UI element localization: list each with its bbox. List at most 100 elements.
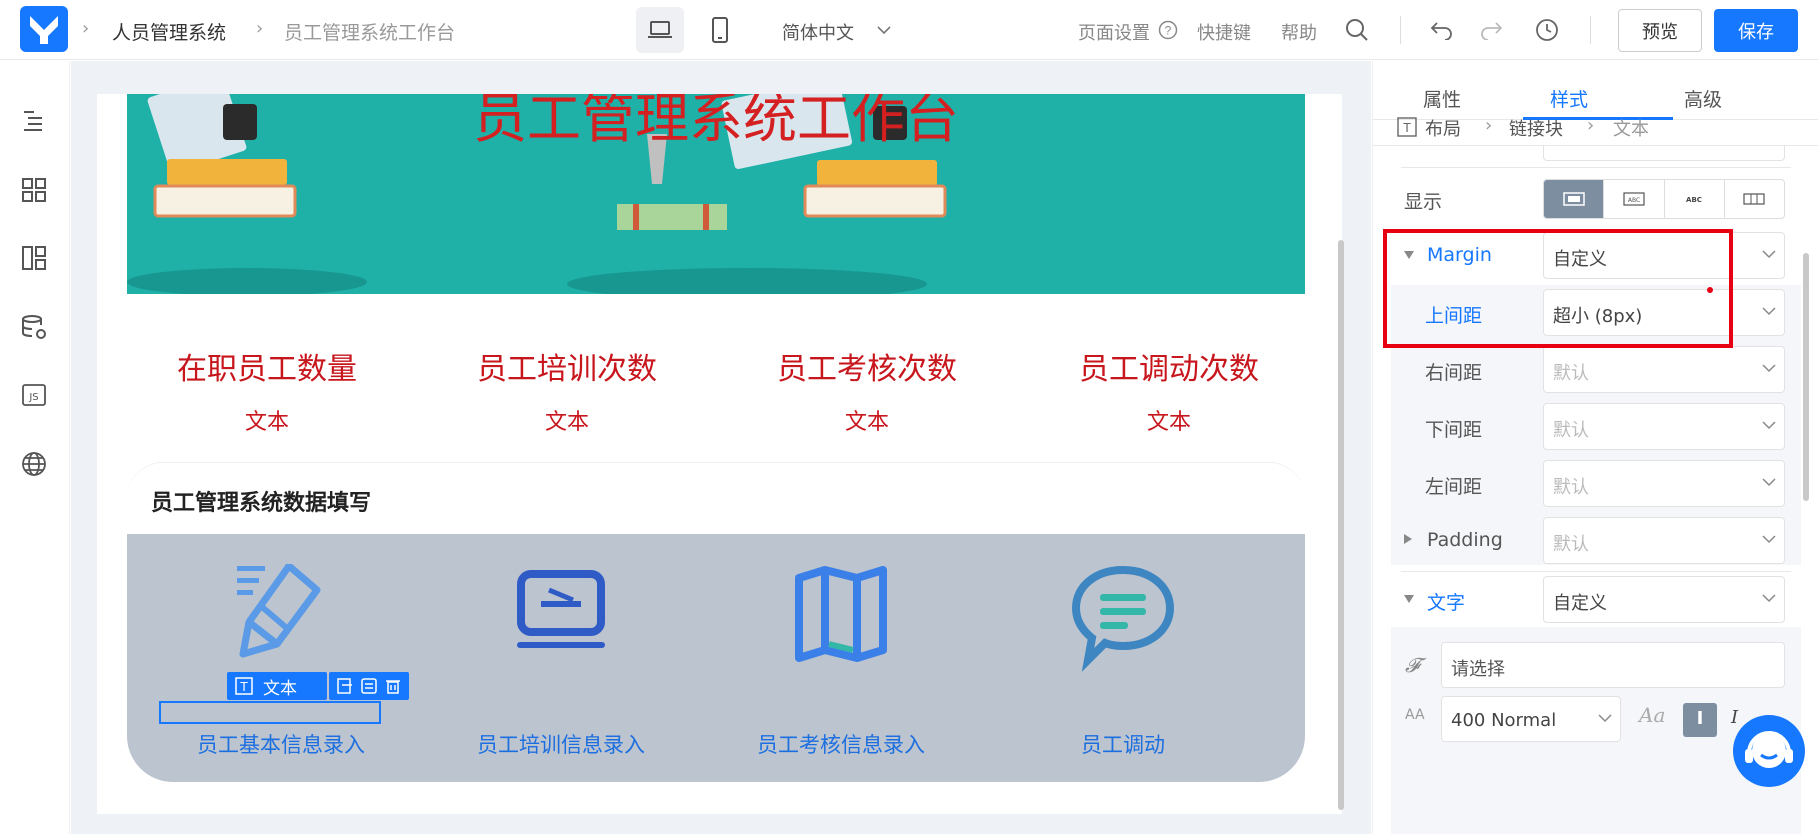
stat-value: 文本 [544, 410, 589, 435]
data-source-icon[interactable] [20, 313, 48, 341]
stat-transfer-count[interactable]: 员工调动次数 文本 [1029, 344, 1309, 436]
path-text[interactable]: 文本 [1613, 115, 1649, 141]
map-icon [795, 566, 887, 662]
banner-title: 员工管理系统工作台 [473, 94, 959, 149]
save-button[interactable]: 保存 [1714, 9, 1798, 52]
stat-title: 员工培训次数 [477, 352, 657, 387]
margin-left-select[interactable]: 默认 [1543, 460, 1785, 507]
app-logo[interactable] [20, 6, 68, 52]
margin-bottom-placeholder: 默认 [1553, 420, 1589, 441]
display-flex-option[interactable] [1723, 180, 1784, 218]
tile-label: 员工调动 [1081, 733, 1165, 757]
display-inline-option[interactable]: ABC [1663, 180, 1724, 218]
display-block-option[interactable] [1544, 180, 1604, 218]
monitor-icon [517, 570, 605, 648]
chevron-down-icon [1762, 421, 1776, 430]
text-section-label[interactable]: 文字 [1427, 588, 1465, 615]
chevron-down-icon [1762, 478, 1776, 487]
js-code-icon[interactable]: JS [20, 381, 48, 409]
customer-support-button[interactable] [1733, 715, 1805, 787]
panel-scrollbar[interactable] [1803, 253, 1809, 501]
selected-component-tag[interactable]: T 文本 [227, 672, 327, 700]
chevron-right-icon: › [256, 18, 264, 39]
display-mode-group: ABC ABC [1543, 179, 1785, 219]
text-select[interactable]: 自定义 [1543, 576, 1785, 623]
data-entry-section: 员工管理系统数据填写 员工基本信息录入 员工培训信息录入 员工考核信息录入 员工… [127, 462, 1305, 782]
outline-tree-icon[interactable] [20, 106, 48, 134]
divider [1401, 167, 1791, 168]
stat-value: 文本 [844, 410, 889, 435]
font-family-select[interactable]: 请选择 [1441, 642, 1785, 688]
tab-properties[interactable]: 属性 [1423, 85, 1461, 112]
margin-right-select[interactable]: 默认 [1543, 346, 1785, 393]
block-icon [1562, 192, 1585, 206]
stat-active-employees[interactable]: 在职员工数量 文本 [127, 344, 407, 436]
tile-basic-info[interactable]: 员工基本信息录入 [141, 562, 421, 757]
text-type-icon: T [235, 677, 253, 695]
margin-bottom-select[interactable]: 默认 [1543, 403, 1785, 450]
globe-icon[interactable] [20, 450, 48, 478]
caret-right-icon[interactable] [1403, 533, 1413, 545]
language-select[interactable]: 简体中文 [782, 19, 854, 45]
divider [1590, 16, 1591, 44]
font-family-icon: 𝓕 [1405, 653, 1420, 677]
preview-button[interactable]: 预览 [1618, 9, 1702, 52]
desktop-view-button[interactable] [636, 7, 684, 53]
tile-assessment-info[interactable]: 员工考核信息录入 [701, 564, 981, 757]
breadcrumb-page[interactable]: 员工管理系统工作台 [284, 18, 455, 45]
history-clock-icon[interactable] [1535, 18, 1559, 42]
stat-assessment-count[interactable]: 员工考核次数 文本 [727, 344, 1007, 436]
margin-right-label: 右间距 [1425, 362, 1483, 384]
divider [1400, 16, 1401, 44]
tab-style[interactable]: 样式 [1550, 85, 1588, 112]
banner-image[interactable]: 员工管理系统工作台 [127, 94, 1305, 294]
top-bar: › 人员管理系统 › 员工管理系统工作台 简体中文 页面设置 ? 快捷键 帮助 … [0, 0, 1818, 60]
tile-transfer[interactable]: 员工调动 [983, 564, 1263, 757]
mobile-view-button[interactable] [696, 7, 744, 53]
canvas-scrollbar[interactable] [1338, 240, 1344, 810]
help-circle-icon[interactable]: ? [1158, 20, 1178, 40]
svg-text:JS: JS [28, 392, 38, 403]
display-label: 显示 [1404, 191, 1443, 213]
svg-text:T: T [1402, 121, 1411, 135]
layout-template-icon[interactable] [20, 244, 48, 272]
search-icon[interactable] [1345, 18, 1369, 42]
add-before-icon[interactable] [336, 677, 354, 695]
font-weight-select[interactable]: 400 Normal [1441, 696, 1621, 742]
chevron-down-icon [1762, 535, 1776, 544]
tab-advanced[interactable]: 高级 [1684, 85, 1722, 112]
selection-outline [159, 701, 381, 724]
previous-field-partial [1543, 145, 1785, 161]
breadcrumb-app[interactable]: 人员管理系统 [112, 18, 226, 45]
help-link[interactable]: 帮助 [1281, 19, 1317, 45]
components-grid-icon[interactable] [20, 176, 48, 204]
page-settings-link[interactable]: 页面设置 [1078, 19, 1150, 45]
tile-label: 员工基本信息录入 [197, 733, 365, 757]
padding-select[interactable]: 默认 [1543, 517, 1785, 564]
stat-value: 文本 [244, 410, 289, 435]
redo-icon[interactable] [1480, 20, 1506, 40]
path-layout[interactable]: 布局 [1425, 115, 1461, 141]
trash-icon[interactable] [384, 677, 402, 695]
path-link-block[interactable]: 链接块 [1509, 115, 1563, 141]
headset-icon [1745, 731, 1793, 768]
tile-training-info[interactable]: 员工培训信息录入 [421, 564, 701, 757]
caret-down-icon[interactable] [1403, 594, 1415, 604]
italic-off-button[interactable]: I [1683, 703, 1717, 737]
selection-toolbar [329, 672, 409, 700]
left-toolbar: JS [0, 61, 70, 834]
copy-icon[interactable] [360, 677, 378, 695]
padding-label[interactable]: Padding [1427, 529, 1503, 551]
undo-icon[interactable] [1427, 20, 1453, 40]
stat-training-count[interactable]: 员工培训次数 文本 [427, 344, 707, 436]
phone-icon [712, 17, 728, 43]
chat-icon [1071, 565, 1175, 672]
chevron-down-icon[interactable] [876, 24, 892, 36]
divider [1401, 571, 1791, 572]
display-inline-block-option[interactable]: ABC [1603, 180, 1663, 218]
laptop-icon [648, 21, 672, 38]
inline-icon: ABC [1686, 196, 1702, 204]
font-style-icon: Aa [1639, 703, 1666, 727]
stat-value: 文本 [1146, 410, 1191, 435]
shortcuts-link[interactable]: 快捷键 [1197, 19, 1251, 45]
